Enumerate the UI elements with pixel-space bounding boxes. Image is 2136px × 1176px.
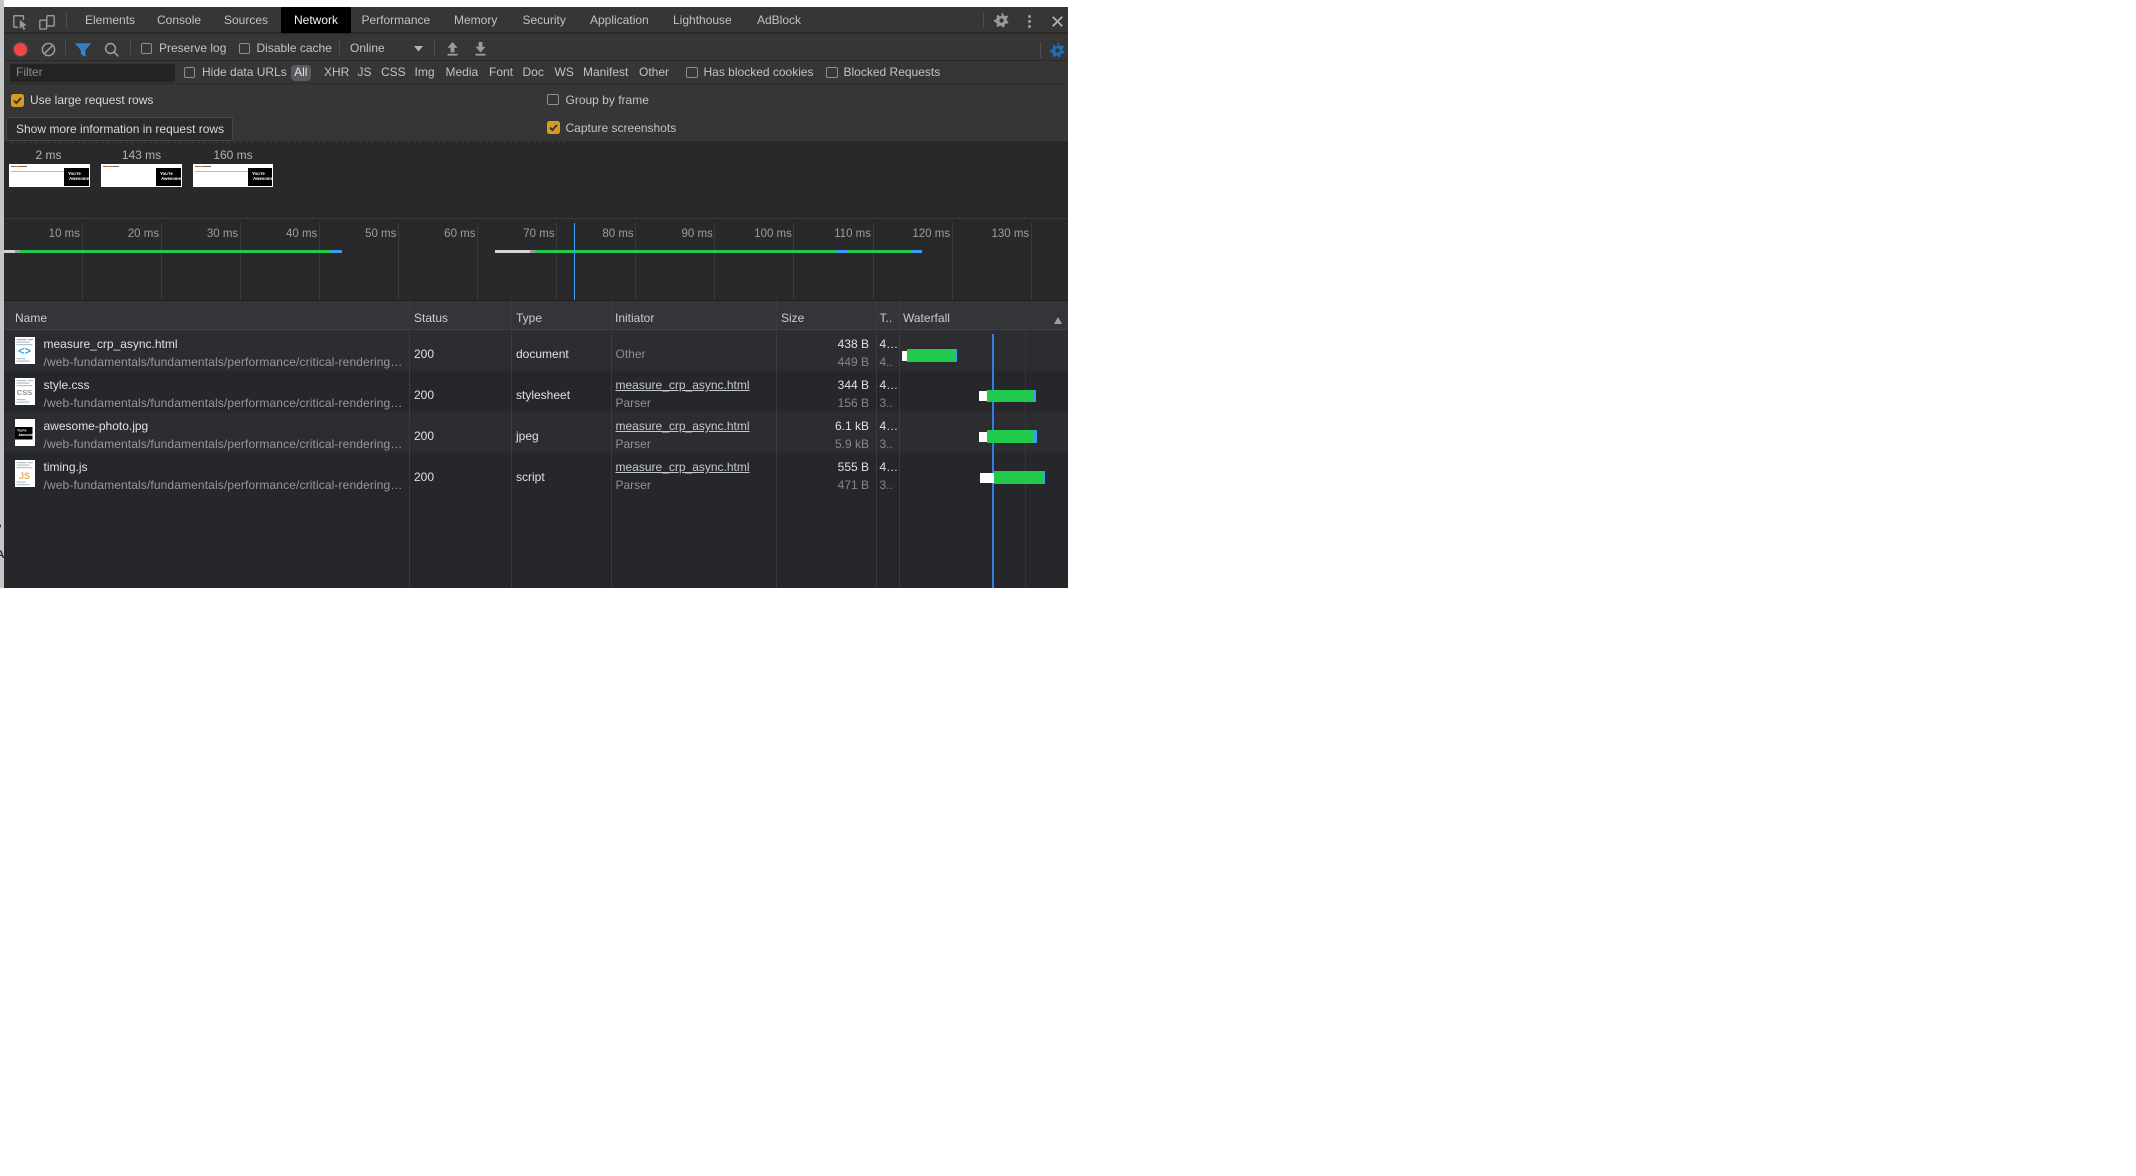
svg-text:Awesome!: Awesome! bbox=[19, 433, 35, 437]
svg-text:<>: <> bbox=[18, 346, 31, 358]
svg-text:You're: You're bbox=[17, 429, 27, 433]
svg-text:JS: JS bbox=[19, 471, 30, 481]
svg-text:CSS: CSS bbox=[17, 388, 32, 397]
